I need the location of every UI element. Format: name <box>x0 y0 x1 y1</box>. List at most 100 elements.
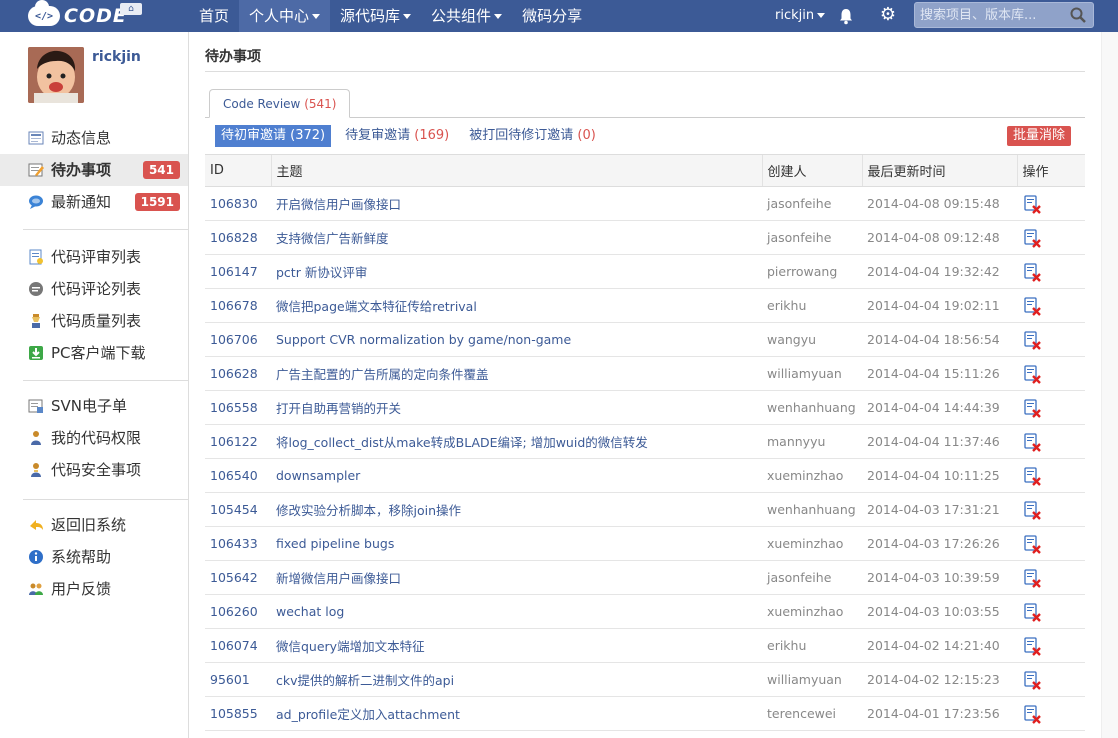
row-title[interactable]: 修改实验分析脚本，移除join操作 <box>271 492 762 527</box>
sidebar-item-help[interactable]: 系统帮助 <box>0 541 188 573</box>
dismiss-icon[interactable] <box>1022 262 1042 282</box>
row-id[interactable]: 106260 <box>205 594 271 629</box>
tab-code-review[interactable]: Code Review (541) <box>209 89 351 118</box>
row-id[interactable]: 106828 <box>205 220 271 255</box>
sidebar-item-news[interactable]: 动态信息 <box>0 122 188 154</box>
row-title[interactable]: ckv提供的解析二进制文件的api <box>271 662 762 697</box>
nav-item-4[interactable]: 微码分享 <box>512 0 592 32</box>
row-title[interactable]: 支持微信广告新鲜度 <box>271 220 762 255</box>
search-input[interactable] <box>915 3 1065 27</box>
row-title[interactable]: 将log_collect_dist从make转成BLADE编译; 增加wuid的… <box>271 424 762 459</box>
row-id[interactable]: 106147 <box>205 254 271 289</box>
search-icon[interactable] <box>1069 6 1087 24</box>
sidebar-item-quality[interactable]: 代码质量列表 <box>0 305 188 337</box>
row-title[interactable]: 打开自助再营销的开关 <box>271 390 762 425</box>
filter-1[interactable]: 待复审邀请 (169) <box>339 125 455 147</box>
dismiss-icon[interactable] <box>1022 364 1042 384</box>
row-id[interactable]: 106122 <box>205 424 271 459</box>
row-creator: wangyu <box>762 322 862 357</box>
row-title[interactable]: pctr 新协议评审 <box>271 254 762 289</box>
row-id[interactable]: 105454 <box>205 492 271 527</box>
table-row: 106074 微信query端增加文本特征 erikhu 2014-04-02 14:… <box>205 628 1085 663</box>
dismiss-icon[interactable] <box>1022 228 1042 248</box>
batch-dismiss-button[interactable]: 批量消除 <box>1007 126 1072 146</box>
row-title[interactable]: 广告主配置的广告所属的定向条件覆盖 <box>271 356 762 391</box>
sidebar-item-return[interactable]: 返回旧系统 <box>0 509 188 541</box>
dismiss-icon[interactable] <box>1022 398 1042 418</box>
avatar[interactable] <box>28 47 84 103</box>
sidebar-item-feedback[interactable]: 用户反馈 <box>0 573 188 605</box>
nav-item-1[interactable]: 个人中心 <box>239 0 331 32</box>
dismiss-icon[interactable] <box>1022 466 1042 486</box>
row-title[interactable]: 微信query端增加文本特征 <box>271 628 762 663</box>
nav-item-3[interactable]: 公共组件 <box>421 0 512 32</box>
sidebar-item-permission[interactable]: 我的代码权限 <box>0 422 188 454</box>
dismiss-icon[interactable] <box>1022 670 1042 690</box>
row-action <box>1017 186 1085 221</box>
sidebar-item-chat-bubble[interactable]: 最新通知 1591 <box>0 186 188 218</box>
filter-2[interactable]: 被打回待修订邀请 (0) <box>463 125 602 147</box>
review-list-icon <box>29 249 43 265</box>
row-id[interactable]: 106074 <box>205 628 271 663</box>
row-id[interactable]: 106558 <box>205 390 271 425</box>
row-title[interactable]: fixed pipeline bugs <box>271 526 762 561</box>
sidebar-item-security[interactable]: 代码安全事项 <box>0 454 188 486</box>
row-id[interactable]: 106540 <box>205 458 271 493</box>
home-icon[interactable]: ⌂ <box>120 3 142 15</box>
dismiss-icon[interactable] <box>1022 602 1042 622</box>
filter-count: (372) <box>290 128 326 143</box>
nav-item-2[interactable]: 源代码库 <box>330 0 421 32</box>
sidebar-item-comment[interactable]: 代码评论列表 <box>0 273 188 305</box>
col-header-creator[interactable]: 创建人 <box>761 154 862 187</box>
row-title[interactable]: wechat log <box>271 594 762 629</box>
row-id[interactable]: 105642 <box>205 560 271 595</box>
row-creator: wenhanhuang <box>762 492 862 527</box>
scrollbar[interactable] <box>1101 32 1118 738</box>
page-title: 待办事项 <box>205 49 261 65</box>
row-id[interactable]: 106628 <box>205 356 271 391</box>
sidebar-username[interactable]: rickjin <box>92 49 141 65</box>
nav-item-0[interactable]: 首页 <box>189 0 239 32</box>
sidebar-item-review-list[interactable]: 代码评审列表 <box>0 241 188 273</box>
row-title[interactable]: 微信把page端文本特征传给retrival <box>271 288 762 323</box>
main-nav: 首页 个人中心 源代码库 公共组件 微码分享 <box>189 0 592 32</box>
dismiss-icon[interactable] <box>1022 636 1042 656</box>
review-filters: 待初审邀请 (372) 待复审邀请 (169) 被打回待修订邀请 (0) <box>215 125 610 147</box>
filter-label: 待复审邀请 <box>345 128 411 143</box>
row-id[interactable]: 106433 <box>205 526 271 561</box>
row-id[interactable]: 106678 <box>205 288 271 323</box>
dismiss-icon[interactable] <box>1022 194 1042 214</box>
row-id[interactable]: 106706 <box>205 322 271 357</box>
row-creator: jasonfeihe <box>762 186 862 221</box>
dismiss-icon[interactable] <box>1022 296 1042 316</box>
row-title[interactable]: Support CVR normalization by game/non-ga… <box>271 322 762 357</box>
dismiss-icon[interactable] <box>1022 534 1042 554</box>
logo[interactable]: </> CODE ⌂ <box>28 0 142 28</box>
sidebar-item-download[interactable]: PC客户端下载 <box>0 337 188 369</box>
dismiss-icon[interactable] <box>1022 330 1042 350</box>
download-icon <box>29 346 43 360</box>
dismiss-icon[interactable] <box>1022 500 1042 520</box>
gear-icon[interactable]: ⚙ <box>878 5 898 25</box>
row-action <box>1017 492 1085 527</box>
row-creator: wenhanhuang <box>762 390 862 425</box>
filter-0[interactable]: 待初审邀请 (372) <box>215 125 332 147</box>
row-title[interactable]: 开启微信用户画像接口 <box>271 186 762 221</box>
dismiss-icon[interactable] <box>1022 568 1042 588</box>
row-title[interactable]: downsampler <box>271 458 762 493</box>
sidebar-item-todo[interactable]: 待办事项 541 <box>0 154 188 186</box>
row-id[interactable]: 106830 <box>205 186 271 221</box>
row-id[interactable]: 105855 <box>205 696 271 731</box>
row-id[interactable]: 95601 <box>205 662 271 697</box>
table-row: 106540 downsampler xueminzhao 2014-04-04 10… <box>205 458 1085 493</box>
bell-icon[interactable] <box>836 6 856 26</box>
col-header-updated[interactable]: 最后更新时间 <box>861 154 1017 187</box>
user-menu[interactable]: rickjin <box>775 0 826 32</box>
col-header-title[interactable]: 主题 <box>270 154 762 187</box>
row-title[interactable]: 新增微信用户画像接口 <box>271 560 762 595</box>
row-title[interactable]: ad_profile定义加入attachment <box>271 696 762 731</box>
col-header-id[interactable]: ID <box>205 154 271 187</box>
dismiss-icon[interactable] <box>1022 432 1042 452</box>
dismiss-icon[interactable] <box>1022 704 1042 724</box>
sidebar-item-svn-form[interactable]: SVN电子单 <box>0 390 188 422</box>
